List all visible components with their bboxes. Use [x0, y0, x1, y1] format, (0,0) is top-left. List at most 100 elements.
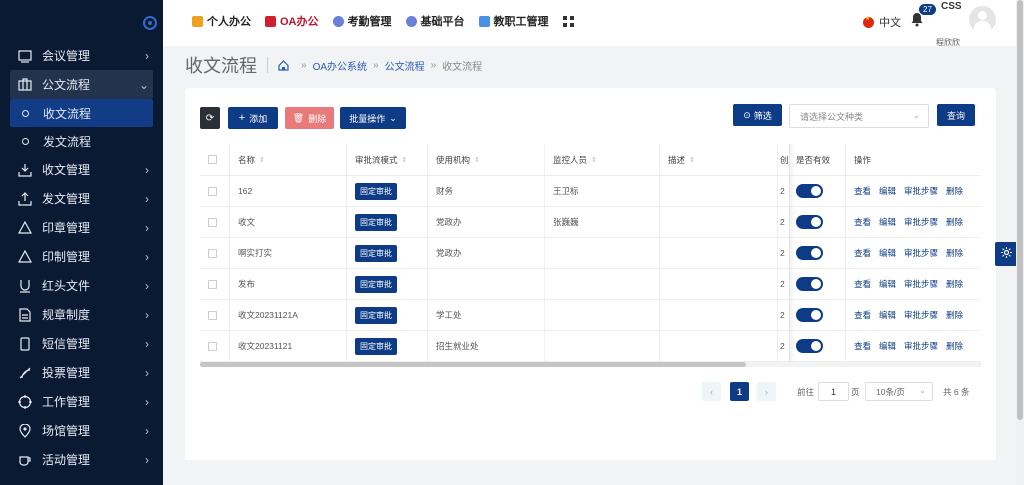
- edit-link[interactable]: 编辑: [879, 216, 896, 228]
- edit-link[interactable]: 编辑: [879, 185, 896, 197]
- nav-personal-office[interactable]: 个人办公: [192, 13, 251, 29]
- steps-link[interactable]: 审批步骤: [904, 278, 938, 290]
- table-row: 收文20231121A 固定审批 学工处 2 查看 编辑 审批步骤 删除: [200, 300, 981, 331]
- steps-link[interactable]: 审批步骤: [904, 247, 938, 259]
- sidebar-item-receive-manage[interactable]: 收文管理 ›: [0, 155, 163, 184]
- chevron-right-icon: ›: [145, 278, 149, 293]
- col-name[interactable]: 名称 ⇕: [230, 144, 347, 175]
- row-checkbox[interactable]: [208, 279, 217, 289]
- steps-link[interactable]: 审批步骤: [904, 185, 938, 197]
- col-monitor[interactable]: 监控人员 ⇕: [545, 144, 660, 175]
- view-link[interactable]: 查看: [854, 185, 871, 197]
- sidebar-item-venue[interactable]: 场馆管理 ›: [0, 416, 163, 445]
- page-scrollbar[interactable]: [1016, 0, 1024, 485]
- col-org[interactable]: 使用机构 ⇕: [428, 144, 545, 175]
- refresh-button[interactable]: ⟳: [200, 107, 220, 129]
- add-button[interactable]: + 添加: [228, 107, 278, 129]
- cell-org: 学工处: [428, 300, 545, 330]
- delete-link[interactable]: 删除: [946, 247, 963, 259]
- sidebar-item-send-manage[interactable]: 发文管理 ›: [0, 184, 163, 213]
- steps-link[interactable]: 审批步骤: [904, 340, 938, 352]
- sidebar-item-print[interactable]: 印制管理 ›: [0, 242, 163, 271]
- submenu-item-send-flow[interactable]: 发文流程: [0, 127, 163, 155]
- mode-tag: 固定审批: [355, 337, 397, 355]
- next-page-button[interactable]: ›: [757, 382, 776, 401]
- valid-toggle[interactable]: [796, 246, 823, 260]
- total-count: 共 6 条: [943, 387, 970, 397]
- select-all-checkbox[interactable]: [208, 155, 217, 164]
- search-icon: ⊙: [743, 109, 751, 120]
- filter-label: 筛选: [753, 110, 772, 121]
- row-checkbox[interactable]: [208, 341, 217, 351]
- home-icon[interactable]: [278, 59, 289, 71]
- delete-link[interactable]: 删除: [946, 216, 963, 228]
- sidebar-item-rules[interactable]: 规章制度 ›: [0, 300, 163, 329]
- sidebar-item-meeting[interactable]: 会议管理 ›: [0, 41, 163, 70]
- breadcrumb-item[interactable]: 公文流程: [385, 58, 425, 73]
- view-link[interactable]: 查看: [854, 216, 871, 228]
- view-link[interactable]: 查看: [854, 278, 871, 290]
- delete-button[interactable]: 🗑 删除: [285, 107, 334, 129]
- page-size-select[interactable]: 10条/页 ⌄: [865, 382, 933, 401]
- submenu-item-receive-flow[interactable]: 收文流程: [10, 99, 153, 127]
- submenu-label: 收文流程: [43, 106, 92, 121]
- filter-button[interactable]: ⊙ 筛选: [733, 104, 782, 126]
- sidebar-item-vote[interactable]: 投票管理 ›: [0, 358, 163, 387]
- breadcrumb-item[interactable]: OA办公系统: [313, 58, 367, 73]
- valid-toggle[interactable]: [796, 339, 823, 353]
- sidebar-item-activity[interactable]: 活动管理 ›: [0, 445, 163, 474]
- nav-attendance[interactable]: 考勤管理: [332, 13, 392, 29]
- edit-link[interactable]: 编辑: [879, 340, 896, 352]
- apps-grid-icon[interactable]: [562, 15, 574, 27]
- row-checkbox[interactable]: [208, 310, 217, 320]
- edit-link[interactable]: 编辑: [879, 309, 896, 321]
- cell-org: 财务: [428, 176, 545, 206]
- chevron-right-icon: ›: [145, 48, 149, 63]
- query-button[interactable]: 查询: [937, 104, 975, 126]
- collapse-icon[interactable]: [143, 16, 157, 30]
- delete-link[interactable]: 删除: [946, 309, 963, 321]
- nav-staff[interactable]: 教职工管理: [478, 13, 549, 29]
- cell-desc: [660, 331, 778, 361]
- col-mode[interactable]: 审批流模式 ⇕: [347, 144, 428, 175]
- avatar[interactable]: [969, 6, 996, 33]
- document-type-select[interactable]: 请选择公文种类 ⌄: [789, 104, 929, 128]
- row-checkbox[interactable]: [208, 186, 217, 196]
- sidebar-item-label: 发文管理: [42, 192, 91, 206]
- view-link[interactable]: 查看: [854, 309, 871, 321]
- row-checkbox[interactable]: [208, 217, 217, 227]
- page-number[interactable]: 1: [730, 382, 749, 401]
- sidebar-item-label: 工作管理: [42, 395, 91, 409]
- sidebar-item-work[interactable]: 工作管理 ›: [0, 387, 163, 416]
- nav-oa-office[interactable]: OA办公: [265, 13, 319, 29]
- valid-toggle[interactable]: [796, 215, 823, 229]
- col-desc[interactable]: 描述 ⇕: [660, 144, 778, 175]
- page-jump-input[interactable]: 1: [818, 382, 849, 401]
- sidebar-item-document-flow[interactable]: 公文流程 ⌄: [10, 70, 153, 99]
- edit-link[interactable]: 编辑: [879, 247, 896, 259]
- batch-button[interactable]: 批量操作 ⌄: [340, 107, 406, 129]
- delete-link[interactable]: 删除: [946, 185, 963, 197]
- row-checkbox[interactable]: [208, 248, 217, 258]
- prev-page-button[interactable]: ‹: [702, 382, 721, 401]
- delete-link[interactable]: 删除: [946, 340, 963, 352]
- valid-toggle[interactable]: [796, 277, 823, 291]
- horizontal-scrollbar[interactable]: [200, 362, 981, 367]
- valid-toggle[interactable]: [796, 308, 823, 322]
- table-row: 收文20231121 固定审批 招生就业处 2 查看 编辑 审批步骤 删除: [200, 331, 981, 362]
- nav-platform[interactable]: 基础平台: [405, 13, 465, 29]
- language-switch[interactable]: 中文: [863, 14, 901, 30]
- sidebar-item-red-header[interactable]: 红头文件 ›: [0, 271, 163, 300]
- page-unit-label: 页: [851, 387, 860, 397]
- view-link[interactable]: 查看: [854, 340, 871, 352]
- delete-link[interactable]: 删除: [946, 278, 963, 290]
- sidebar-item-sms[interactable]: 短信管理 ›: [0, 329, 163, 358]
- steps-link[interactable]: 审批步骤: [904, 216, 938, 228]
- valid-toggle[interactable]: [796, 184, 823, 198]
- settings-button[interactable]: [995, 242, 1017, 266]
- col-ops: 操作: [854, 154, 872, 165]
- steps-link[interactable]: 审批步骤: [904, 309, 938, 321]
- view-link[interactable]: 查看: [854, 247, 871, 259]
- edit-link[interactable]: 编辑: [879, 278, 896, 290]
- sidebar-item-seal[interactable]: 印章管理 ›: [0, 213, 163, 242]
